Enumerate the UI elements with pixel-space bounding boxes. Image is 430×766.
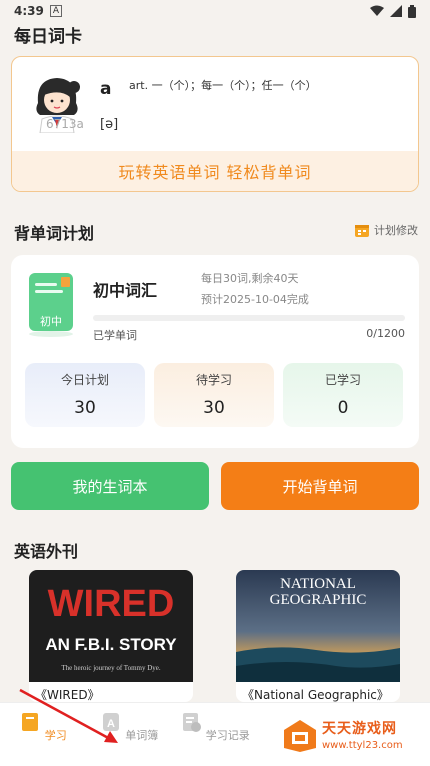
watermark-text: 6713a bbox=[46, 117, 84, 131]
word-phonetic: [ə] bbox=[100, 117, 119, 132]
tab-study-record[interactable]: 学习记录 bbox=[180, 711, 250, 743]
notification-icon: A bbox=[49, 5, 63, 17]
stat-label: 待学习 bbox=[195, 373, 232, 387]
svg-text:A: A bbox=[107, 718, 115, 730]
signal-icon bbox=[390, 5, 402, 17]
magazine-card-national-geographic[interactable]: NATIONAL GEOGRAPHIC 《National Geographic… bbox=[236, 570, 400, 702]
magazine-caption: 《WIRED》 bbox=[35, 688, 100, 702]
book-cover-icon[interactable]: 初中 bbox=[27, 271, 75, 337]
tab-label: 学习 bbox=[44, 729, 67, 742]
wifi-icon bbox=[370, 5, 384, 16]
daily-word-card[interactable]: a art. 一（个）；每一（个）；任一（个） 6713a [ə] 玩转英语单词… bbox=[11, 56, 419, 192]
record-icon bbox=[183, 713, 202, 732]
plan-card: 初中 初中词汇 每日30词,剩余40天 预计2025-10-04完成 已学单词 … bbox=[11, 255, 419, 448]
learned-count: 0/1200 bbox=[366, 327, 405, 340]
stat-value: 30 bbox=[74, 398, 96, 418]
slogan-banner: 玩转英语单词 轻松背单词 bbox=[12, 151, 418, 191]
tab-study[interactable]: 学习 bbox=[8, 711, 78, 743]
wired-cover-title: WIRED bbox=[48, 583, 175, 625]
site-brand: 天天游戏网 bbox=[322, 721, 397, 737]
plan-edit-button[interactable]: 计划修改 bbox=[354, 222, 418, 238]
status-time: 4:39 bbox=[14, 4, 44, 18]
stat-today-plan[interactable]: 今日计划 30 bbox=[25, 363, 145, 427]
stat-value: 30 bbox=[203, 398, 225, 418]
start-learning-button[interactable]: 开始背单词 bbox=[221, 462, 419, 510]
stat-label: 今日计划 bbox=[60, 373, 109, 387]
plan-name: 初中词汇 bbox=[93, 281, 158, 300]
site-logo-icon bbox=[284, 720, 316, 752]
vocab-book-button[interactable]: 我的生词本 bbox=[11, 462, 209, 510]
status-bar: 4:39 A bbox=[0, 0, 430, 22]
learned-label: 已学单词 bbox=[93, 329, 137, 342]
natgeo-cover-image: NATIONAL GEOGRAPHIC bbox=[236, 570, 400, 682]
wired-cover-image: WIRED AN F.B.I. STORY The heroic journey… bbox=[29, 570, 193, 682]
page-title: 每日词卡 bbox=[14, 27, 82, 47]
natgeo-title-line1: NATIONAL bbox=[280, 576, 356, 592]
tab-label: 单词簿 bbox=[125, 729, 159, 742]
natgeo-title-line2: GEOGRAPHIC bbox=[270, 592, 367, 608]
word-book-icon: A bbox=[102, 713, 119, 731]
plan-daily-info: 每日30词,剩余40天 bbox=[201, 272, 299, 285]
stat-pending[interactable]: 待学习 30 bbox=[154, 363, 274, 427]
site-watermark-logo: 天天游戏网 www.ttyl23.com bbox=[282, 710, 422, 760]
magazine-caption: 《National Geographic》 bbox=[242, 688, 389, 702]
magazine-section-title: 英语外刊 bbox=[14, 542, 79, 561]
tab-label: 学习记录 bbox=[205, 729, 250, 742]
word-text: a bbox=[100, 79, 112, 99]
calendar-icon bbox=[355, 225, 369, 237]
stat-value: 0 bbox=[337, 398, 349, 418]
stat-label: 已学习 bbox=[324, 373, 361, 387]
plan-section-title: 背单词计划 bbox=[14, 224, 95, 243]
plan-edit-label: 计划修改 bbox=[374, 224, 418, 237]
stat-learned[interactable]: 已学习 0 bbox=[283, 363, 403, 427]
wired-cover-story: AN F.B.I. STORY bbox=[45, 635, 177, 654]
plan-finish-date: 预计2025-10-04完成 bbox=[201, 293, 309, 306]
word-meaning: art. 一（个）；每一（个）；任一（个） bbox=[129, 79, 317, 92]
wired-cover-subtitle: The heroic journey of Tommy Dye. bbox=[61, 664, 161, 672]
site-url: www.ttyl23.com bbox=[322, 740, 403, 751]
learning-progress-bar bbox=[93, 315, 405, 321]
magazine-card-wired[interactable]: WIRED AN F.B.I. STORY The heroic journey… bbox=[29, 570, 193, 702]
battery-icon bbox=[408, 4, 416, 18]
status-icons bbox=[370, 4, 416, 18]
book-icon bbox=[22, 713, 39, 731]
tab-word-book[interactable]: A 单词簿 bbox=[94, 711, 164, 743]
book-label: 初中 bbox=[40, 315, 62, 328]
